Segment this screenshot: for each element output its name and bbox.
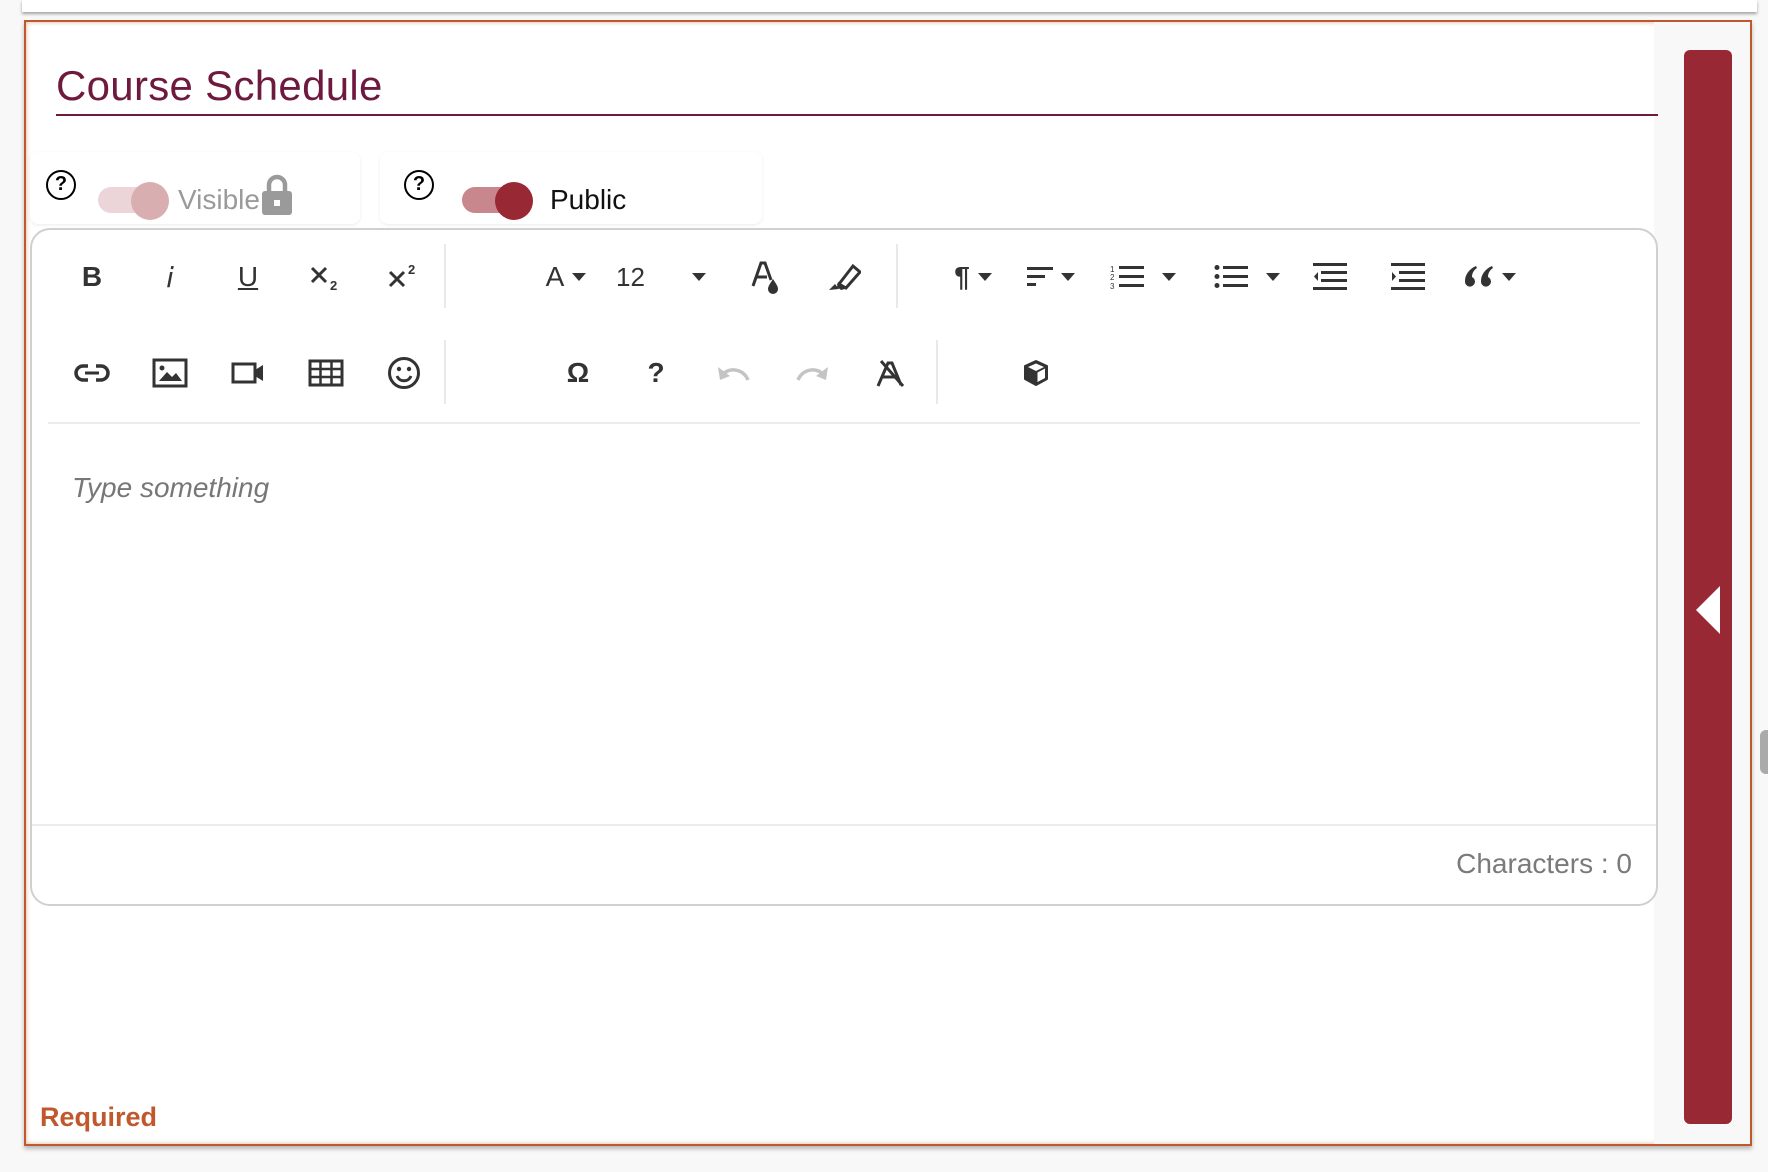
text-color-icon	[751, 261, 778, 294]
top-bar	[22, 0, 1757, 12]
insert-link-button[interactable]	[62, 348, 122, 398]
svg-text:2: 2	[1110, 273, 1115, 282]
outdent-icon	[1313, 263, 1347, 290]
lock-icon	[262, 174, 292, 215]
bold-icon: B	[81, 261, 103, 292]
superscript-icon: 2	[388, 262, 415, 288]
title-underline	[56, 114, 1658, 116]
font-family-icon: A	[545, 261, 565, 292]
public-toggle-card: ? Public	[380, 152, 762, 224]
chevron-down-icon	[1162, 273, 1176, 281]
subscript-button[interactable]: 2	[296, 252, 356, 302]
sidebar-collapse-toggle[interactable]	[1684, 50, 1732, 1124]
editor-placeholder[interactable]: Type something	[72, 472, 269, 504]
chevron-down-icon	[1266, 273, 1280, 281]
emoticons-button[interactable]	[374, 348, 434, 398]
toolbar-divider	[48, 422, 1640, 424]
font-size-value: 12	[616, 261, 645, 292]
special-characters-button[interactable]: Ω	[548, 348, 608, 398]
cube-icon	[1024, 360, 1048, 386]
course-schedule-section: Course Schedule ? Visible ? Public B i U…	[24, 20, 1752, 1146]
visible-toggle-card: ? Visible	[30, 152, 360, 224]
embed-code-button[interactable]	[1006, 348, 1066, 398]
help-icon: ?	[647, 357, 665, 388]
underline-button[interactable]: U	[218, 252, 278, 302]
quote-icon	[1464, 266, 1493, 287]
footer-divider	[32, 824, 1656, 826]
subscript-icon: 2	[310, 266, 337, 292]
chevron-down-icon	[572, 273, 587, 281]
bold-button[interactable]: B	[62, 252, 122, 302]
visible-label: Visible	[178, 184, 260, 215]
ordered-list-icon: 123	[1110, 265, 1144, 290]
highlighter-icon	[829, 263, 861, 290]
clear-formatting-button[interactable]	[860, 348, 920, 398]
required-error: Required	[40, 1102, 158, 1132]
quote-button[interactable]	[1452, 252, 1528, 302]
rich-text-editor: B i U 2 2 A 12 ¶ 123 Ω ? Type something …	[30, 228, 1658, 906]
undo-icon	[718, 367, 750, 381]
text-color-button[interactable]	[736, 252, 796, 302]
align-left-icon	[1027, 267, 1053, 286]
indent-icon	[1391, 263, 1425, 290]
font-size-select[interactable]: 12	[606, 252, 716, 302]
question-circle-icon[interactable]: ?	[46, 170, 76, 200]
svg-text:3: 3	[1110, 282, 1115, 290]
background-color-button[interactable]	[814, 252, 874, 302]
redo-icon	[796, 367, 828, 381]
toggle-knob	[131, 182, 169, 220]
link-icon	[74, 364, 110, 382]
align-button[interactable]	[1016, 252, 1086, 302]
video-icon	[231, 362, 263, 384]
chevron-down-icon	[977, 273, 992, 281]
paragraph-format-button[interactable]: ¶	[938, 252, 1008, 302]
svg-text:2: 2	[330, 278, 337, 292]
chevron-down-icon	[1061, 273, 1075, 281]
insert-video-button[interactable]	[218, 348, 278, 398]
clear-formatting-icon	[876, 360, 905, 387]
chevron-down-icon	[1502, 273, 1516, 281]
italic-button[interactable]: i	[140, 252, 200, 302]
insert-table-button[interactable]	[296, 348, 356, 398]
public-label: Public	[550, 184, 627, 215]
unordered-list-button[interactable]	[1202, 252, 1292, 302]
toolbar-separator	[936, 340, 938, 404]
character-count: Characters : 0	[1456, 848, 1632, 879]
unordered-list-icon	[1214, 265, 1248, 288]
chevron-down-icon	[692, 273, 706, 281]
image-icon	[152, 358, 188, 388]
help-button[interactable]: ?	[626, 348, 686, 398]
insert-image-button[interactable]	[140, 348, 200, 398]
question-circle-icon[interactable]: ?	[404, 170, 434, 200]
paragraph-icon: ¶	[954, 261, 970, 292]
svg-text:2: 2	[408, 262, 415, 277]
font-family-button[interactable]: A	[526, 252, 606, 302]
toggle-knob	[495, 182, 533, 220]
section-title: Course Schedule	[56, 62, 383, 109]
smiley-icon	[388, 357, 420, 389]
redo-button[interactable]	[782, 348, 842, 398]
public-toggle[interactable]	[462, 182, 534, 220]
scrollbar-thumb[interactable]	[1760, 730, 1768, 774]
underline-icon: U	[237, 261, 259, 292]
omega-icon: Ω	[566, 357, 590, 388]
chevron-left-icon	[1696, 586, 1720, 634]
superscript-button[interactable]: 2	[374, 252, 434, 302]
table-icon	[308, 359, 344, 387]
toolbar-separator	[896, 244, 898, 308]
indent-button[interactable]	[1378, 252, 1438, 302]
ordered-list-button[interactable]: 123	[1098, 252, 1188, 302]
italic-icon: i	[166, 260, 174, 294]
outdent-button[interactable]	[1300, 252, 1360, 302]
toolbar-separator	[444, 340, 446, 404]
undo-button[interactable]	[704, 348, 764, 398]
visible-toggle	[98, 182, 170, 220]
toolbar-separator	[444, 244, 446, 308]
